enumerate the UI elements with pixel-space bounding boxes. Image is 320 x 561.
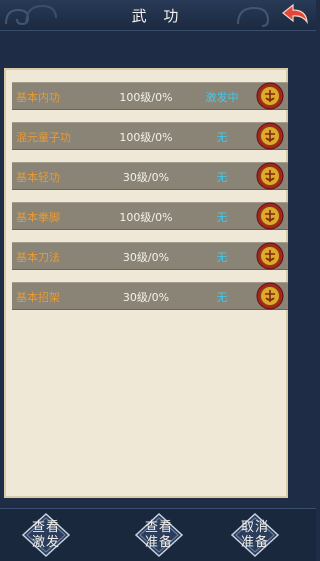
skill-row[interactable]: 基本轻功 30级/0% 无 <box>12 162 288 190</box>
button-label-line: 激发 <box>31 535 60 550</box>
skill-status: 无 <box>216 131 228 144</box>
medal-icon[interactable] <box>256 242 284 270</box>
medal-icon[interactable] <box>256 162 284 190</box>
button-label-line: 准备 <box>144 535 173 550</box>
medal-icon[interactable] <box>256 82 284 110</box>
medal-icon[interactable] <box>256 282 284 310</box>
medal-icon[interactable] <box>256 122 284 150</box>
skill-row[interactable]: 基本拳脚 100级/0% 无 <box>12 202 288 230</box>
skill-level: 30级/0% <box>122 251 170 264</box>
skill-status: 无 <box>216 211 228 224</box>
skill-status: 无 <box>216 291 228 304</box>
skill-name: 混元童子功 <box>16 131 71 144</box>
button-label-line: 查看 <box>144 520 173 535</box>
skill-name: 基本轻功 <box>16 171 60 184</box>
view-activate-button[interactable]: 查看 激发 <box>21 512 71 558</box>
button-label-line: 查看 <box>31 520 60 535</box>
skill-status: 无 <box>216 251 228 264</box>
page-title: 武 功 <box>131 7 185 25</box>
skill-row[interactable]: 混元童子功 100级/0% 无 <box>12 122 288 150</box>
skill-name: 基本拳脚 <box>16 211 60 224</box>
medal-icon[interactable] <box>256 202 284 230</box>
view-prepare-button[interactable]: 查看 准备 <box>134 512 184 558</box>
skill-name: 基本招架 <box>16 291 60 304</box>
button-label-line: 取消 <box>240 520 269 535</box>
skill-level: 30级/0% <box>122 171 170 184</box>
skill-name: 基本刀法 <box>16 251 60 264</box>
skill-list-panel: 基本内功 100级/0% 激发中 混元童子功 100级/0% 无 基本轻功 30… <box>4 68 288 498</box>
skill-status: 无 <box>216 171 228 184</box>
button-label-line: 准备 <box>240 535 269 550</box>
skill-level: 100级/0% <box>119 91 173 104</box>
back-arrow-icon[interactable] <box>280 2 310 28</box>
skill-row[interactable]: 基本刀法 30级/0% 无 <box>12 242 288 270</box>
skill-level: 100级/0% <box>119 131 173 144</box>
title-bar: 武 功 <box>0 0 316 31</box>
cancel-prepare-button[interactable]: 取消 准备 <box>230 512 280 558</box>
skill-row[interactable]: 基本招架 30级/0% 无 <box>12 282 288 310</box>
skill-status: 激发中 <box>205 91 239 104</box>
skill-level: 30级/0% <box>122 291 170 304</box>
skill-row[interactable]: 基本内功 100级/0% 激发中 <box>12 82 288 110</box>
skill-name: 基本内功 <box>16 91 60 104</box>
skill-level: 100级/0% <box>119 211 173 224</box>
